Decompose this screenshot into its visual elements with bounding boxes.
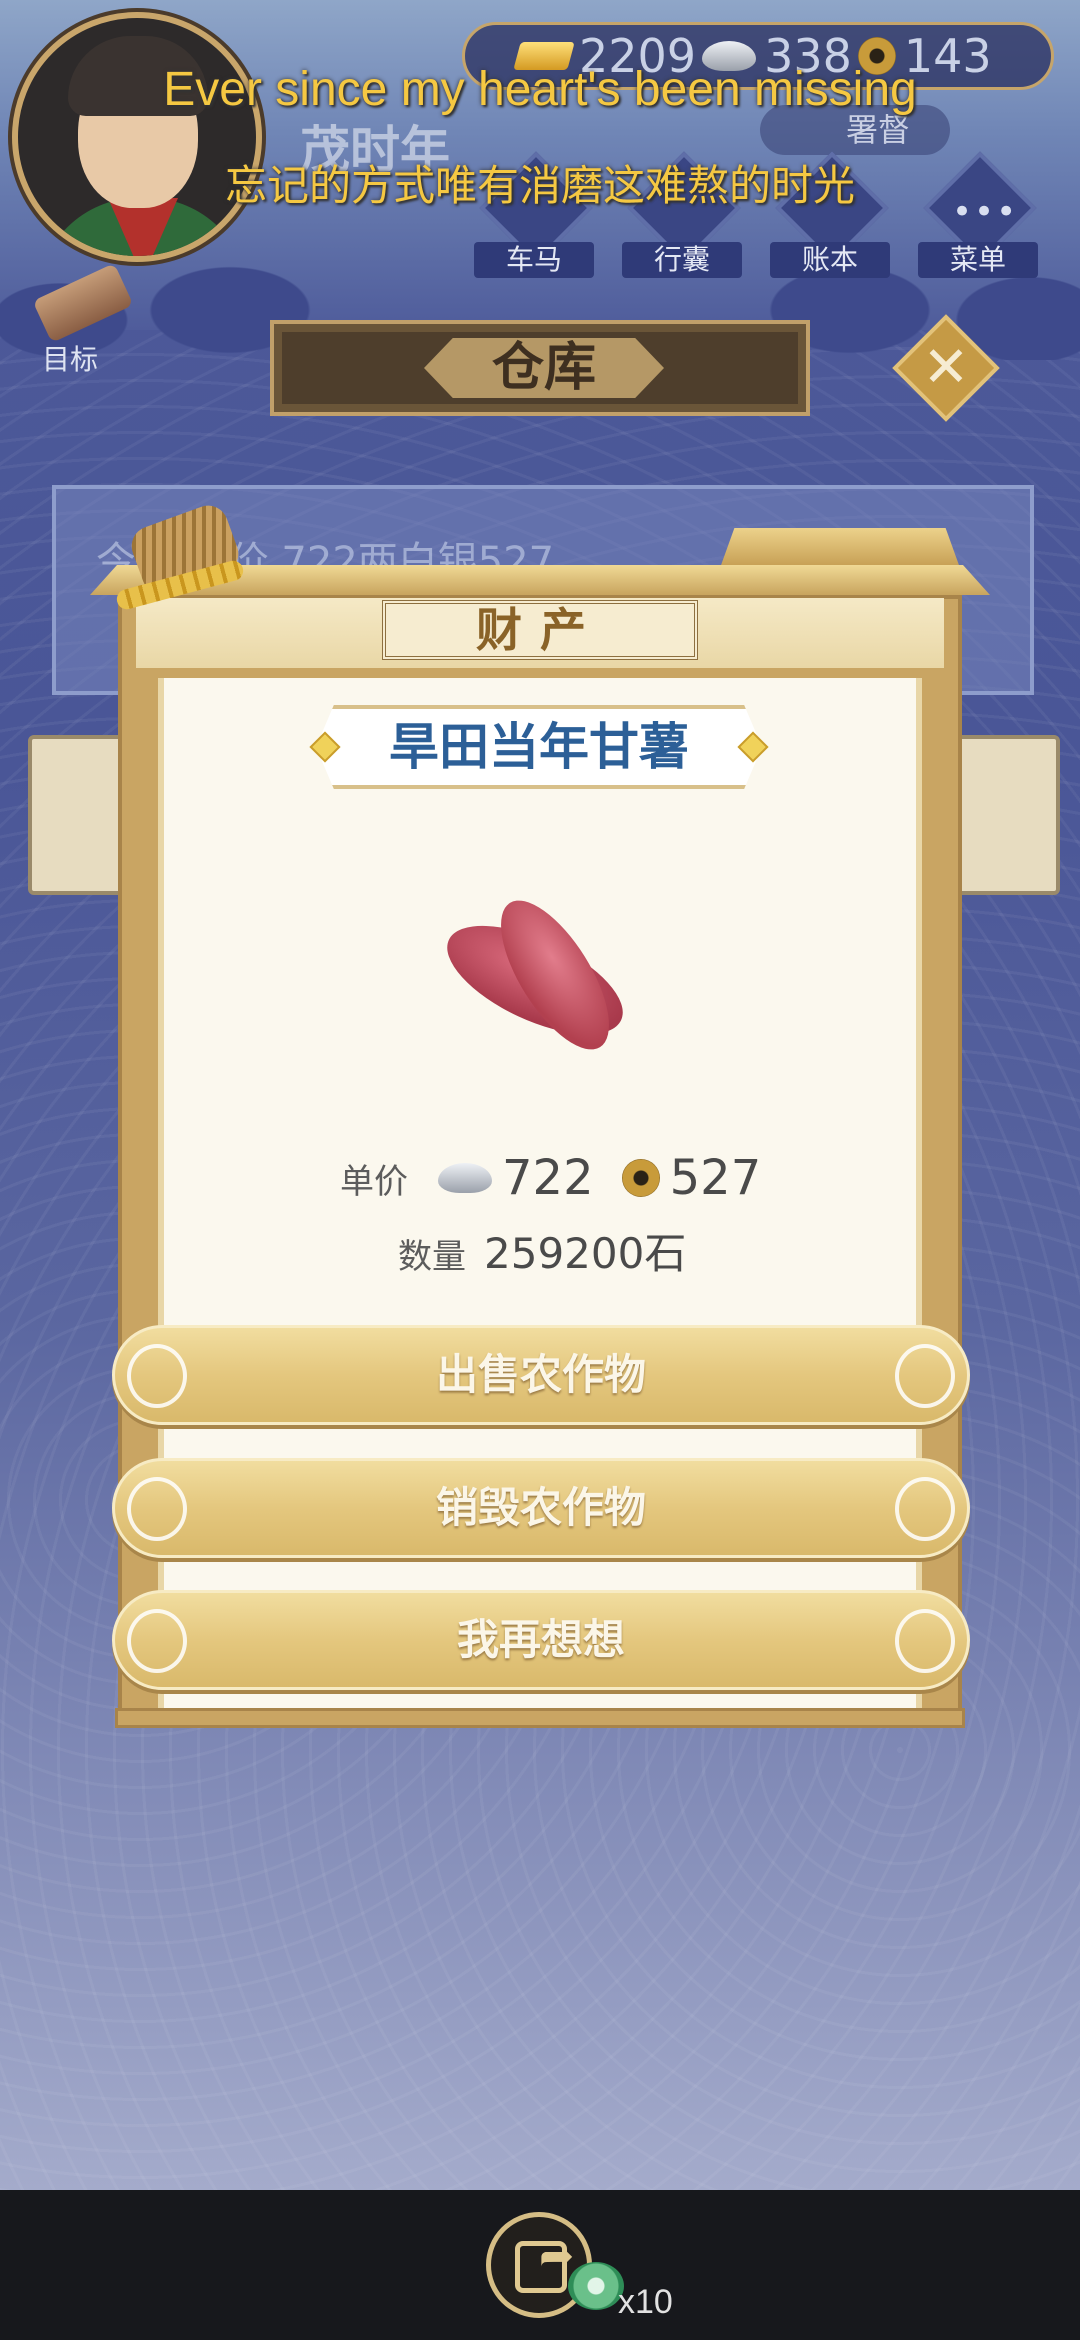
dialog-base <box>115 1708 965 1728</box>
reconsider-button[interactable]: 我再想想 <box>112 1590 970 1690</box>
silver-ingot-icon <box>438 1163 492 1193</box>
wheat-bundle-icon <box>95 500 255 655</box>
cloud-swirl-icon <box>895 1609 955 1673</box>
unit-price-silver: 722 <box>502 1150 594 1206</box>
unit-price-label: 单价 <box>340 1161 408 1202</box>
menu-label: 账本 <box>770 242 890 278</box>
cloud-swirl-icon <box>895 1344 955 1408</box>
cloud-swirl-icon <box>127 1477 187 1541</box>
cloud-swirl-icon <box>127 1344 187 1408</box>
player-avatar[interactable] <box>12 12 262 262</box>
unit-price-row: 单价 722 527 <box>340 1150 779 1206</box>
cloud-swirl-icon <box>895 1477 955 1541</box>
destroy-crop-button[interactable]: 销毁农作物 <box>112 1458 970 1558</box>
dialog-header-title: 财产 <box>382 600 698 660</box>
close-icon: ✕ <box>922 335 970 400</box>
sell-crop-label: 出售农作物 <box>435 1350 646 1399</box>
menu-label: 行囊 <box>622 242 742 278</box>
jade-reward-icon <box>568 2262 624 2310</box>
goal-button[interactable]: 目标 <box>18 263 134 376</box>
share-reward-count: x10 <box>618 2283 673 2321</box>
goal-label: 目标 <box>42 343 99 376</box>
copper-coin-icon <box>621 1159 660 1197</box>
menu-label: 菜单 <box>918 242 1038 278</box>
dialog-roof-ornament <box>720 528 960 568</box>
quantity-value: 259200石 <box>484 1229 687 1278</box>
quantity-label: 数量 <box>398 1237 466 1277</box>
sell-crop-button[interactable]: 出售农作物 <box>112 1325 970 1425</box>
cloud-swirl-icon <box>127 1609 187 1673</box>
reconsider-label: 我再想想 <box>456 1615 625 1664</box>
sweet-potato-icon <box>430 884 650 1080</box>
unit-price-copper: 527 <box>669 1150 762 1206</box>
menu-label: 车马 <box>474 242 594 278</box>
lyric-chinese: 忘记的方式唯有消磨这难熬的时光 <box>224 161 855 210</box>
crop-name: 旱田当年甘薯 <box>389 718 689 776</box>
destroy-crop-label: 销毁农作物 <box>435 1483 646 1532</box>
warehouse-title: 仓库 <box>424 338 664 398</box>
warehouse-title-banner: 仓库 <box>270 320 810 416</box>
quantity-row: 数量 259200石 <box>398 1220 686 1281</box>
lyric-english: Ever since my heart's been missing <box>163 63 917 116</box>
